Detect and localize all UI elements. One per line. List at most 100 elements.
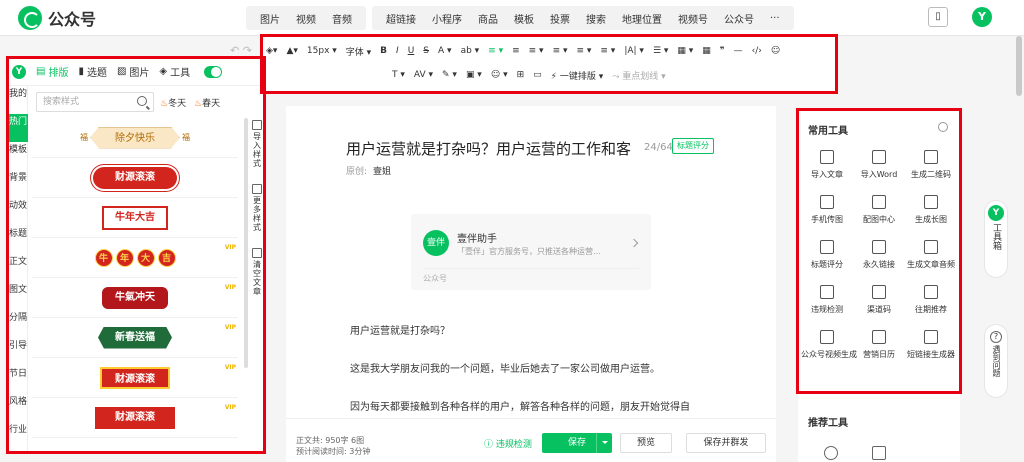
violation-check-button[interactable]: ⓘ 违规检测 [484,437,532,450]
style-item[interactable]: 财源滚滚 VIP [32,358,238,398]
tab-tools[interactable]: ◈ 工具 [159,64,190,79]
category-industry[interactable]: 行业 [8,422,28,450]
paragraph[interactable]: 这是我大学朋友问我的一个问题，毕业后她去了一家公司做用户运营。 [350,360,660,375]
season-tag-spring[interactable]: ♨春天 [194,96,220,109]
tool-qr-code[interactable]: 生成二维码 [905,146,957,191]
menu-item-search[interactable]: 搜索 [578,11,614,26]
background-color-button[interactable]: ab ▾ [461,46,480,56]
tool-channel-code[interactable]: 渠道码 [853,281,905,326]
tool-article-audio[interactable]: 生成文章音频 [905,236,957,281]
tool-title-score[interactable]: 标题评分 [801,236,853,281]
style-item[interactable]: 牛氣冲天 VIP [32,278,238,318]
tab-topics[interactable]: ▮ 选题 [78,64,107,79]
account-card[interactable]: 壹伴 壹伴助手 「壹伴」官方服务号，只推送各种运营… 公众号 [411,214,651,290]
menu-item-more[interactable]: ··· [762,13,788,24]
save-button[interactable]: 保存 [542,433,612,453]
emoji-icon[interactable]: ☺ [771,46,780,56]
tool-permanent-link[interactable]: 永久链接 [853,236,905,281]
import-style-button[interactable]: 导入样式 [250,120,264,168]
toolbox-float-button[interactable]: Y 工具箱 [984,200,1008,278]
sticker-icon[interactable]: ☺ ▾ [491,70,508,80]
menu-item-image[interactable]: 图片 [252,11,288,26]
recommended-tool-chart-icon[interactable] [872,446,886,460]
app-logo[interactable]: 公众号 [18,6,96,30]
article-title[interactable]: 用户运营就是打杂吗？用户运营的工作和客 [346,138,631,159]
font-color-button[interactable]: A ▾ [438,46,452,56]
menu-item-vote[interactable]: 投票 [542,11,578,26]
font-family-select[interactable]: 字体 ▾ [346,45,371,58]
highlight-line-button[interactable]: ⤳ 重点划线 ▾ [612,69,665,82]
menu-item-official-account[interactable]: 公众号 [716,11,762,26]
tool-phone-upload[interactable]: 手机传图 [801,191,853,236]
line-height-icon[interactable]: ≡ ▾ [576,46,591,56]
style-item[interactable]: 财源滚滚 [32,158,238,198]
category-divider[interactable]: 分隔 [8,310,28,338]
strikethrough-button[interactable]: S [423,46,429,56]
paragraph-spacing-icon[interactable]: ≡ ▾ [600,46,615,56]
category-template[interactable]: 模板 [8,142,28,170]
category-mine[interactable]: 我的 [8,86,28,114]
quote-icon[interactable]: ❞ [720,46,725,56]
category-hot[interactable]: 热门 [8,114,28,142]
format-painter-icon[interactable]: ◈▾ [266,46,277,56]
article-editor[interactable]: 用户运营就是打杂吗？用户运营的工作和客 24/64 标题评分 原创: 壹姐 壹伴 … [286,106,776,418]
style-item[interactable]: 牛 年 大 吉 VIP [32,238,238,278]
toolbox-icon[interactable]: ▭ [533,70,542,80]
menu-item-product[interactable]: 商品 [470,11,506,26]
preview-button[interactable]: 预览 [620,433,672,453]
more-styles-button[interactable]: 更多样式 [250,184,264,232]
save-and-publish-button[interactable]: 保存并群发 [686,433,766,453]
category-festival[interactable]: 节日 [8,366,28,394]
style-item[interactable]: 福 除夕快乐 福 [32,118,238,158]
title-score-button[interactable]: 标题评分 [672,138,714,154]
category-background[interactable]: 背景 [8,170,28,198]
menu-item-channels[interactable]: 视频号 [670,11,716,26]
style-item[interactable]: 牛年大吉 [32,198,238,238]
paragraph[interactable]: 用户运营就是打杂吗？ [350,322,450,337]
category-body[interactable]: 正文 [8,254,28,282]
mobile-preview-icon[interactable]: ▯ [928,7,948,27]
clear-article-button[interactable]: 清空文章 [250,248,264,296]
tab-images[interactable]: ▨ 图片 [117,64,149,79]
menu-item-miniprogram[interactable]: 小程序 [424,11,470,26]
help-float-button[interactable]: ? 遇到问题 [984,324,1008,398]
tool-long-image[interactable]: 生成长图 [905,191,957,236]
image-insert-icon[interactable]: ▣ ▾ [466,70,482,80]
menu-item-audio[interactable]: 音频 [324,11,360,26]
page-scrollbar[interactable] [1016,36,1022,96]
gear-icon[interactable] [938,122,948,132]
tool-import-article[interactable]: 导入文章 [801,146,853,191]
category-guide[interactable]: 引导 [8,338,28,366]
menu-item-location[interactable]: 地理位置 [614,11,670,26]
indent-icon[interactable]: ≡ ▾ [553,46,568,56]
style-item[interactable]: 财源滚滚 VIP [32,398,238,438]
html-icon[interactable]: ⊞ [517,70,525,80]
yiban-avatar-icon[interactable]: Y [972,7,992,27]
category-style[interactable]: 风格 [8,394,28,422]
tool-import-word[interactable]: 导入Word [853,146,905,191]
paragraph[interactable]: 因为每天都要接触到各种各样的用户，解答各种各样的问题，朋友开始觉得自 [350,398,690,413]
one-click-layout-button[interactable]: ⚡ 一键排版 ▾ [551,69,604,82]
clear-format-icon[interactable]: ▲▾ [286,46,297,56]
tool-marketing-calendar[interactable]: 营销日历 [853,326,905,371]
category-image-text[interactable]: 图文 [8,282,28,310]
menu-item-template[interactable]: 模板 [506,11,542,26]
season-tag-winter[interactable]: ♨冬天 [160,96,186,109]
style-item[interactable]: 新春送福 VIP [32,318,238,358]
italic-button[interactable]: I [396,46,399,56]
magic-wand-icon[interactable]: ✎ ▾ [442,70,457,80]
tool-image-center[interactable]: 配图中心 [853,191,905,236]
recommended-tool-icon[interactable] [824,446,838,460]
tool-violation-check[interactable]: 违规检测 [801,281,853,326]
category-heading[interactable]: 标题 [8,226,28,254]
code-icon[interactable]: ‹/› [752,46,762,56]
align-left-icon[interactable]: ≡ ▾ [488,46,503,56]
category-animation[interactable]: 动效 [8,198,28,226]
panel-toggle[interactable] [204,65,223,78]
letter-spacing-icon[interactable]: |A| ▾ [624,46,644,56]
font-size-select[interactable]: 15px ▾ [307,46,337,56]
search-icon[interactable] [137,96,147,106]
original-author[interactable]: 原创: 壹姐 [346,164,391,177]
table-icon[interactable]: ▦ [702,46,711,56]
menu-item-hyperlink[interactable]: 超链接 [378,11,424,26]
